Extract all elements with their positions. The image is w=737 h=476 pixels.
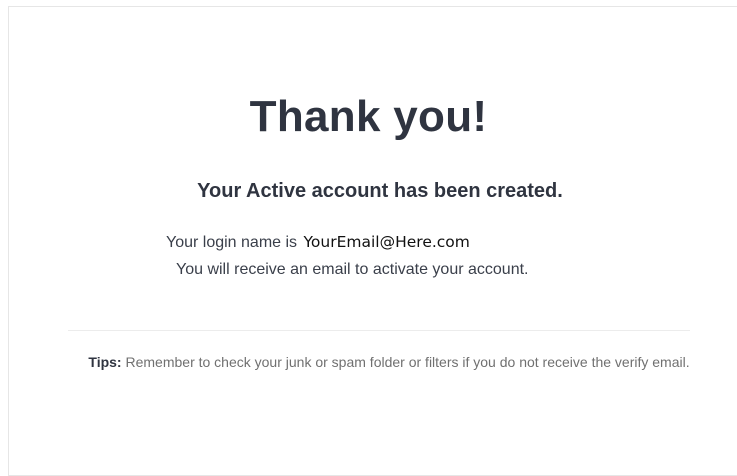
tips-label: Tips: [88, 354, 122, 370]
divider [68, 330, 690, 331]
account-created-message: Your Active account has been created. [197, 180, 563, 202]
login-name-label: Your login name is [166, 234, 298, 251]
login-email: YourEmail@Here.com [303, 233, 470, 251]
activation-message: You will receive an email to activate yo… [176, 261, 529, 278]
tips-text: Tips: Remember to check your junk or spa… [84, 352, 694, 372]
page-title: Thank you! [249, 92, 488, 141]
login-name-line: Your login name is YourEmail@Here.com [166, 233, 470, 252]
tips-body: Remember to check your junk or spam fold… [121, 354, 690, 370]
